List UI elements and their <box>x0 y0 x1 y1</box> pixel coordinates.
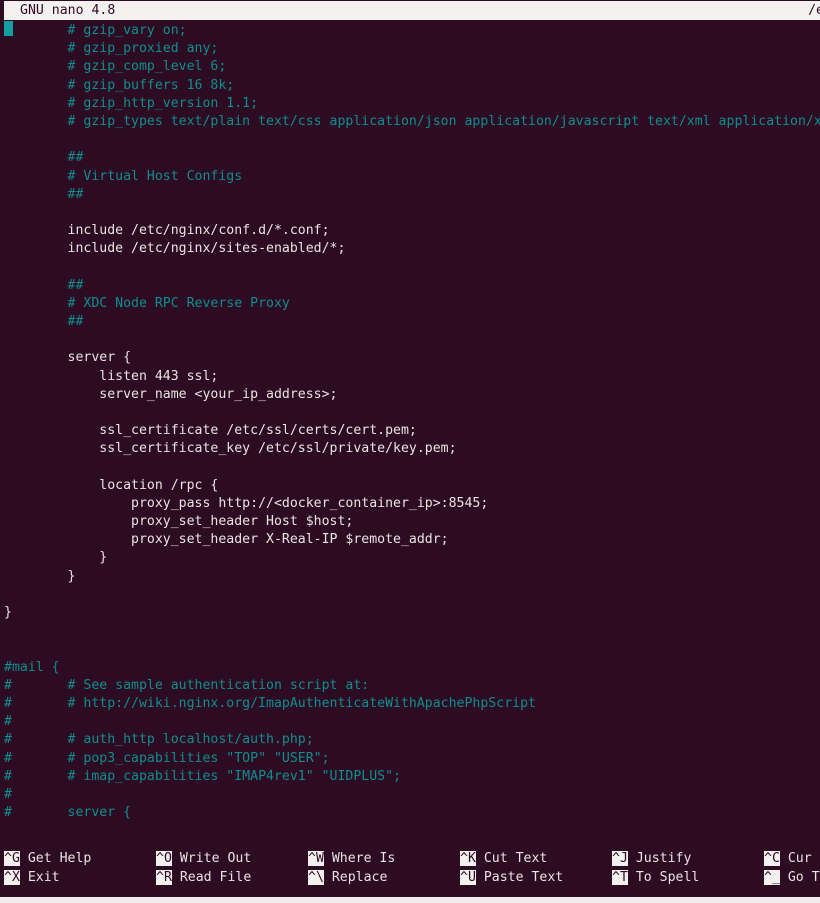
editor-line: # # See sample authentication script at: <box>4 677 370 693</box>
nano-shortcut-bar: ^G Get Help ^O Write Out ^W Where Is ^K Cut… <box>0 849 820 897</box>
shortcut-justify[interactable]: ^J Justify <box>612 849 691 868</box>
editor-line: # Virtual Host Configs <box>4 168 243 184</box>
shortcut-key-chord: ^_ <box>764 870 780 885</box>
editor-line: # gzip_comp_level 6; <box>4 59 227 75</box>
shortcut-read-file[interactable]: ^R Read File <box>156 868 251 887</box>
shortcut-cut-text[interactable]: ^K Cut Text <box>460 849 547 868</box>
shortcut-key-chord: ^\ <box>308 870 324 885</box>
shortcut-label: Replace <box>323 870 388 885</box>
editor-line: # gzip_http_version 1.1; <box>4 95 259 111</box>
editor-line: location /rpc { <box>4 477 219 493</box>
shortcut-key-chord: ^X <box>4 870 20 885</box>
editor-line: #mail { <box>4 659 60 675</box>
editor-line: ## <box>4 277 84 293</box>
shortcut-key-chord: ^O <box>156 851 172 866</box>
shortcut-key-chord: ^T <box>612 870 628 885</box>
shortcut-to-spell[interactable]: ^T To Spell <box>612 868 699 887</box>
shortcut-label: Cur Pos <box>787 851 820 866</box>
editor-line: proxy_pass http://<docker_container_ip>:… <box>4 495 489 511</box>
editor-line: listen 443 ssl; <box>4 368 219 384</box>
editor-line: # <box>4 786 12 802</box>
editor-line: proxy_set_header Host $host; <box>4 514 354 530</box>
shortcut-key-chord: ^J <box>612 851 628 866</box>
editor-text-area[interactable]: # gzip_vary on; # gzip_proxied any; # gz… <box>0 22 820 840</box>
shortcut-label: Get Help <box>19 851 92 866</box>
shortcut-cur-pos[interactable]: ^C Cur Pos <box>764 849 820 868</box>
editor-line: # gzip_buffers 16 8k; <box>4 77 235 93</box>
editor-line: } <box>4 550 108 566</box>
editor-line: ssl_certificate_key /etc/ssl/private/key… <box>4 441 457 457</box>
editor-line: # # auth_http localhost/auth.php; <box>4 732 314 748</box>
shortcut-write-out[interactable]: ^O Write Out <box>156 849 251 868</box>
editor-line: # # pop3_capabilities "TOP" "USER"; <box>4 750 330 766</box>
editor-line: ssl_certificate /etc/ssl/certs/cert.pem; <box>4 423 417 439</box>
editor-line: server { <box>4 350 132 366</box>
editor-line: # gzip_types text/plain text/css applica… <box>67 113 820 129</box>
shortcut-replace[interactable]: ^\ Replace <box>308 868 387 887</box>
shortcut-row-2: ^X Exit ^R Read File ^\ Replace ^U Paste Te… <box>0 868 820 887</box>
editor-line: # # imap_capabilities "IMAP4rev1" "UIDPL… <box>4 768 401 784</box>
editor-line: include /etc/nginx/sites-enabled/*; <box>4 241 346 257</box>
editor-line: server_name <your_ip_address>; <box>4 386 338 402</box>
editor-line: # gzip_proxied any; <box>4 41 219 57</box>
editor-line: # server { <box>4 805 132 821</box>
shortcut-paste-text[interactable]: ^U Paste Text <box>460 868 563 887</box>
shortcut-label: Where Is <box>323 851 396 866</box>
shortcut-label: Cut Text <box>475 851 548 866</box>
shortcut-key-chord: ^G <box>4 851 20 866</box>
nano-terminal-window: GNU nano 4.8 /e # gzip_vary on; # gzip_p… <box>0 0 820 903</box>
shortcut-go-to-line[interactable]: ^_ Go To Line <box>764 868 820 887</box>
shortcut-key-chord: ^W <box>308 851 324 866</box>
nano-title-bar: GNU nano 4.8 /e <box>0 0 820 20</box>
shortcut-get-help[interactable]: ^G Get Help <box>4 849 91 868</box>
shortcut-row-1: ^G Get Help ^O Write Out ^W Where Is ^K Cut… <box>0 849 820 868</box>
editor-line: ## <box>4 314 84 329</box>
shortcut-label: Read File <box>171 870 252 885</box>
editor-line: } <box>4 568 76 584</box>
file-path-label: /e <box>808 3 820 18</box>
app-title: GNU nano 4.8 <box>20 3 116 18</box>
shortcut-exit[interactable]: ^X Exit <box>4 868 60 887</box>
shortcut-where-is[interactable]: ^W Where Is <box>308 849 395 868</box>
editor-line: # XDC Node RPC Reverse Proxy <box>4 295 290 311</box>
bottom-edge-strip <box>0 897 820 903</box>
shortcut-label: To Spell <box>627 870 700 885</box>
shortcut-label: Exit <box>19 870 60 885</box>
editor-line: ## <box>4 186 84 202</box>
editor-line: # gzip_vary on; <box>4 23 187 38</box>
editor-line: # <box>4 714 12 730</box>
shortcut-label: Write Out <box>171 851 252 866</box>
editor-line: proxy_set_header X-Real-IP $remote_addr; <box>4 532 449 548</box>
shortcut-key-chord: ^U <box>460 870 476 885</box>
editor-line: # # http://wiki.nginx.org/ImapAuthentica… <box>4 695 536 711</box>
shortcut-key-chord: ^K <box>460 851 476 866</box>
shortcut-label: Paste Text <box>475 870 564 885</box>
editor-line: } <box>4 605 12 620</box>
shortcut-key-chord: ^R <box>156 870 172 885</box>
editor-line: ## <box>4 150 84 166</box>
shortcut-label: Justify <box>627 851 692 866</box>
shortcut-key-chord: ^C <box>764 851 780 866</box>
editor-line: include /etc/nginx/conf.d/*.conf; <box>4 223 330 239</box>
shortcut-label: Go To Line <box>787 870 820 885</box>
title-bar-background <box>4 1 820 20</box>
